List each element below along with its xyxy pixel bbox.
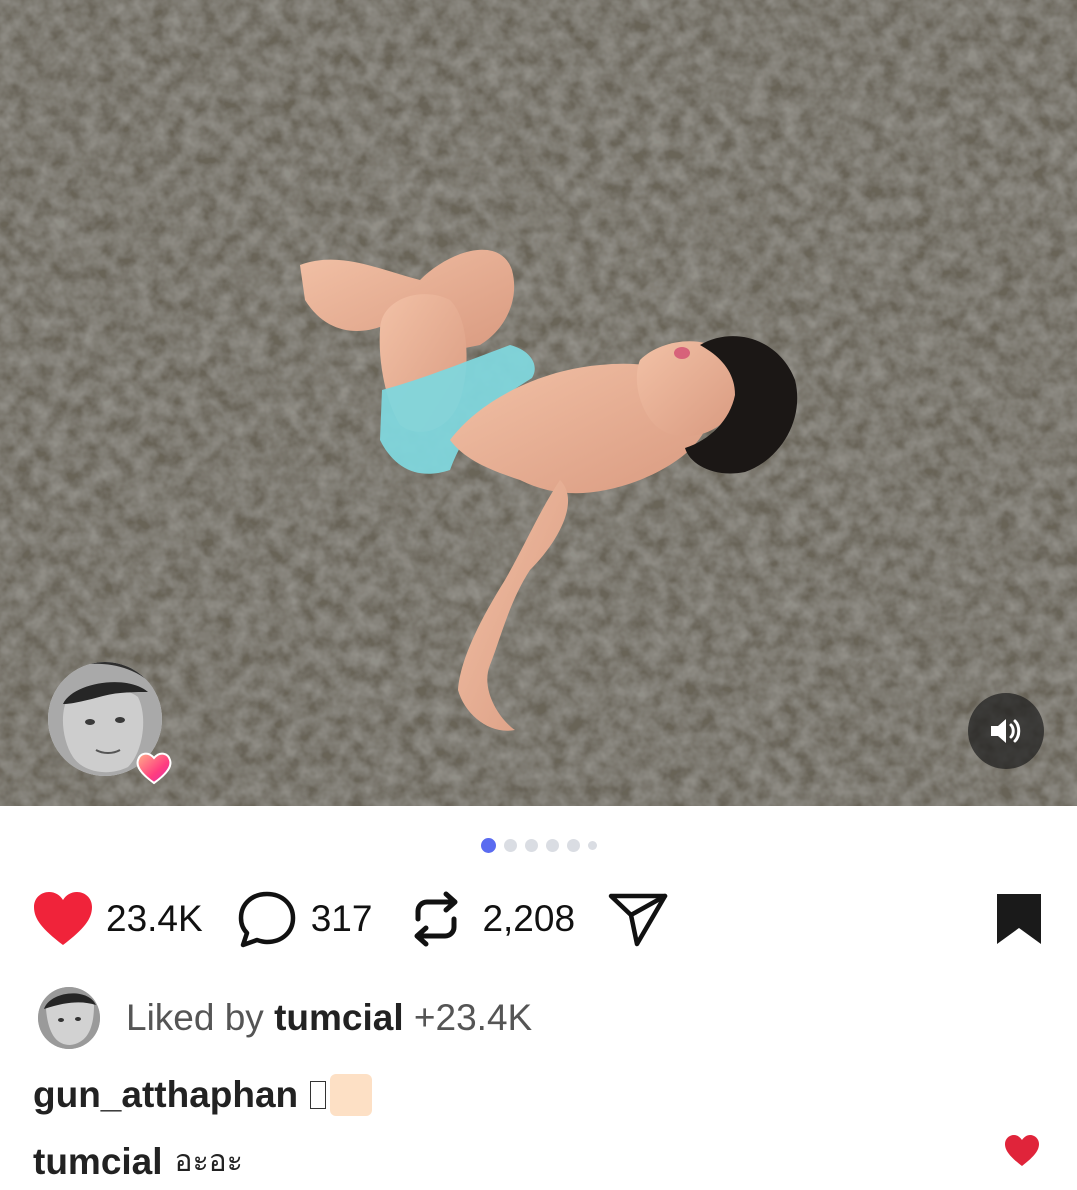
action-bar: 23.4K 317 2,208 <box>32 886 1043 952</box>
comment-like-heart-icon[interactable] <box>1004 1134 1040 1168</box>
repost-button[interactable]: 2,208 <box>410 889 575 949</box>
story-heart-icon <box>136 752 172 785</box>
sound-toggle-button[interactable] <box>968 693 1044 769</box>
bookmark-button[interactable] <box>995 892 1043 946</box>
comment-button[interactable]: 317 <box>237 890 373 948</box>
send-icon <box>608 893 668 947</box>
carousel-dot <box>545 839 559 852</box>
bookmark-filled-icon <box>997 894 1041 944</box>
carousel-dot-active <box>480 838 496 853</box>
liked-by-text: Liked by tumcial +23.4K <box>126 997 532 1039</box>
repost-count: 2,208 <box>482 898 576 939</box>
carousel-dot <box>524 839 538 852</box>
carousel-dot <box>503 839 517 852</box>
repost-icon <box>414 891 458 947</box>
speaker-icon <box>991 719 1021 743</box>
comment-username[interactable]: tumcial <box>33 1141 163 1183</box>
post-media[interactable] <box>0 0 1077 806</box>
liked-by-count: +23.4K <box>403 997 533 1038</box>
comment-text: อะอะ <box>174 1145 243 1178</box>
caption-username[interactable]: gun_atthaphan <box>33 1074 298 1116</box>
post-photo <box>0 0 1077 806</box>
carousel-dot <box>587 841 597 850</box>
comment-bubble-icon <box>238 891 295 948</box>
liked-by-avatar[interactable] <box>38 987 100 1049</box>
avatar-photo <box>38 987 100 1049</box>
liked-by-row[interactable]: Liked by tumcial +23.4K <box>38 987 532 1049</box>
heart-filled-icon <box>34 892 92 945</box>
missing-glyph-icon <box>310 1081 327 1109</box>
carousel-dot <box>566 839 580 852</box>
post-caption: gun_atthaphan <box>33 1074 373 1116</box>
comment-count: 317 <box>310 898 373 939</box>
like-count: 23.4K <box>106 898 203 939</box>
share-button[interactable] <box>607 890 669 948</box>
skin-tone-emoji-icon <box>330 1074 373 1116</box>
liked-by-prefix: Liked by <box>126 997 275 1038</box>
liked-by-user[interactable]: tumcial <box>274 997 404 1038</box>
like-button[interactable]: 23.4K <box>32 891 203 947</box>
top-comment[interactable]: tumcial อะอะ <box>33 1138 243 1185</box>
carousel-indicator <box>0 838 1077 853</box>
